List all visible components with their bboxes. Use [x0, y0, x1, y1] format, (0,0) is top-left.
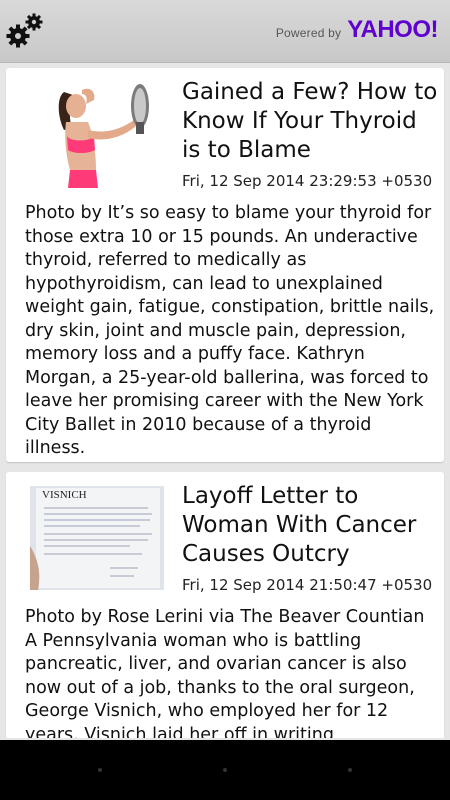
article-date: Fri, 12 Sep 2014 23:29:53 +0530 [182, 172, 433, 190]
powered-by-label: Powered by [275, 26, 342, 40]
gears-icon [6, 13, 43, 48]
article-date: Fri, 12 Sep 2014 21:50:47 +0530 [182, 576, 433, 594]
letterhead-text: VISNICH [42, 489, 87, 501]
article-thumbnail: VISNICH [30, 486, 164, 590]
article-thumbnail [30, 78, 166, 188]
article-card[interactable]: VISNICH Layoff Letter to Woman With Canc… [6, 472, 444, 738]
top-bar: Powered by YAHOO! [0, 0, 450, 63]
home-icon[interactable] [223, 768, 227, 772]
article-body: Photo by It’s so easy to blame your thyr… [25, 203, 435, 458]
article-body: Photo by Rose Lerini via The Beaver Coun… [25, 607, 425, 738]
article-title[interactable]: Layoff Letter to Woman With Cancer Cause… [182, 482, 438, 569]
article-title[interactable]: Gained a Few? How to Know If Your Thyroi… [182, 78, 438, 165]
recent-apps-icon[interactable] [348, 768, 352, 772]
article-card[interactable]: Gained a Few? How to Know If Your Thyroi… [6, 68, 444, 462]
back-icon[interactable] [98, 768, 102, 772]
system-navigation-bar [0, 740, 450, 800]
news-feed[interactable]: Gained a Few? How to Know If Your Thyroi… [0, 62, 450, 738]
powered-by-yahoo[interactable]: Powered by YAHOO! [275, 16, 439, 46]
yahoo-logo: YAHOO! [347, 16, 438, 43]
settings-button[interactable] [4, 10, 46, 52]
